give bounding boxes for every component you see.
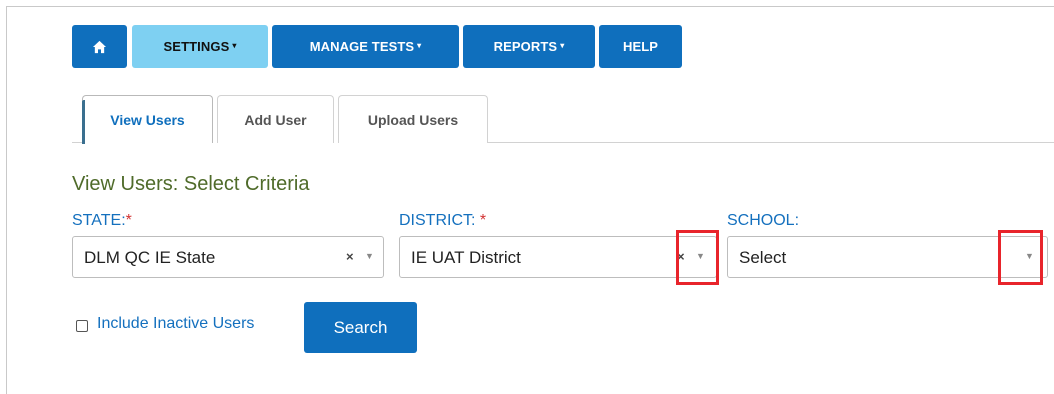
district-label: DISTRICT: * [399, 212, 486, 230]
school-label: SCHOOL: [727, 212, 799, 230]
state-label: STATE:* [72, 212, 132, 230]
search-button[interactable]: Search [304, 302, 417, 353]
help-label: HELP [622, 39, 659, 54]
help-menu[interactable]: HELP [599, 25, 682, 68]
include-inactive-label[interactable]: Include Inactive Users [97, 315, 254, 333]
dropdown-arrow-icon[interactable]: ▼ [365, 251, 374, 261]
include-inactive-checkbox[interactable] [76, 320, 88, 332]
tab-add-user[interactable]: Add User [217, 95, 334, 143]
state-label-text: STATE: [72, 212, 126, 229]
page-title: View Users: Select Criteria [72, 173, 310, 195]
state-select[interactable]: DLM QC IE State × ▼ [72, 236, 384, 278]
caret-down-icon: ▾ [232, 41, 237, 50]
caret-down-icon: ▾ [560, 41, 565, 50]
required-marker: * [125, 212, 132, 229]
settings-menu[interactable]: SETTINGS ▾ [132, 25, 268, 68]
tab-add-user-label: Add User [244, 111, 307, 128]
tab-view-users[interactable]: View Users [82, 95, 213, 144]
district-select-value: IE UAT District [411, 248, 521, 267]
reports-menu[interactable]: REPORTS ▾ [463, 25, 595, 68]
district-select[interactable]: IE UAT District × ▼ [399, 236, 717, 278]
district-label-text: DISTRICT: [399, 212, 480, 229]
caret-down-icon: ▾ [417, 41, 422, 50]
school-select-value: Select [739, 248, 787, 267]
required-marker: * [479, 212, 487, 229]
tab-upload-users-label: Upload Users [367, 111, 459, 128]
settings-label: SETTINGS [163, 39, 230, 54]
highlight-box [676, 230, 719, 285]
tab-baseline [488, 142, 1054, 143]
home-icon [92, 40, 107, 53]
tab-view-users-label: View Users [110, 111, 185, 128]
highlight-box [998, 230, 1043, 285]
reports-label: REPORTS [493, 39, 558, 54]
manage-tests-menu[interactable]: MANAGE TESTS ▾ [272, 25, 459, 68]
state-select-value: DLM QC IE State [84, 248, 216, 267]
school-label-text: SCHOOL: [727, 212, 800, 229]
clear-icon[interactable]: × [346, 249, 354, 264]
search-button-label: Search [333, 317, 388, 337]
tab-upload-users[interactable]: Upload Users [338, 95, 488, 143]
manage-tests-label: MANAGE TESTS [309, 39, 415, 54]
tab-baseline [72, 142, 82, 143]
home-button[interactable] [72, 25, 127, 68]
